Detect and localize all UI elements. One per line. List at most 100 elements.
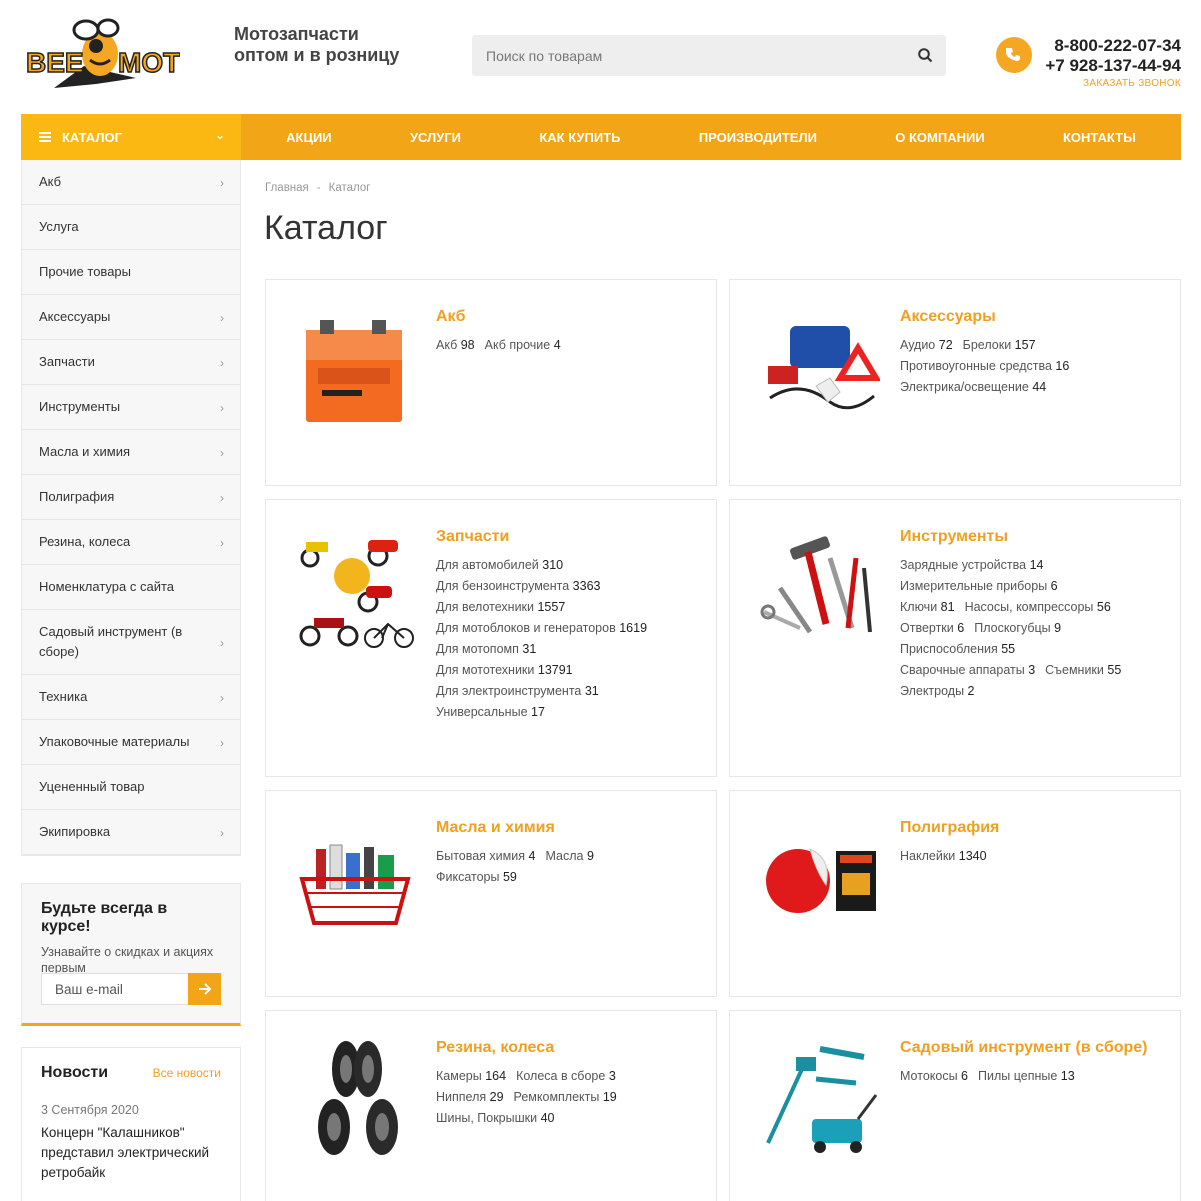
subcategory-link[interactable]: Плоскогубцы 9 (974, 618, 1061, 639)
sidebar-item[interactable]: Резина, колеса › (22, 520, 240, 565)
subcategory-link[interactable]: Электроды 2 (900, 681, 1150, 702)
subcategory-link[interactable]: Акб 98 (436, 335, 475, 356)
sidebar-item[interactable]: Номенклатура с сайта (22, 565, 240, 610)
subcategory-link[interactable]: Съемники 55 (1045, 660, 1121, 681)
subcategory-count: 4 (553, 338, 561, 352)
stickers-icon[interactable] (760, 819, 880, 939)
subcategory-label: Акб (436, 338, 458, 352)
subcategory-link[interactable]: Для бензоинструмента 3363 (436, 576, 686, 597)
phone-secondary[interactable]: +7 928-137-44-94 (1045, 56, 1181, 76)
subcategory-link[interactable]: Измерительные приборы 6 (900, 576, 1150, 597)
subcategory-link[interactable]: Мотокосы 6 (900, 1066, 968, 1087)
sidebar-item[interactable]: Инструменты › (22, 385, 240, 430)
subcategory-count: 19 (602, 1090, 617, 1104)
sidebar-item[interactable]: Аксессуары › (22, 295, 240, 340)
tires-icon[interactable] (296, 1039, 416, 1159)
subcategory-link[interactable]: Ниппеля 29 (436, 1087, 504, 1108)
nav-item-manufacturers[interactable]: Производители (699, 130, 817, 145)
category-card: Полиграфия Наклейки 1340 (729, 790, 1181, 997)
subcategory-link[interactable]: Наклейки 1340 (900, 846, 987, 867)
subcategory-link[interactable]: Камеры 164 (436, 1066, 506, 1087)
tagline-line1: Мотозапчасти (234, 24, 359, 44)
catalog-menu-button[interactable]: Каталог ⌄ (21, 114, 241, 160)
nav-item-contacts[interactable]: Контакты (1063, 130, 1136, 145)
subcategory-label: Для велотехники (436, 600, 534, 614)
category-title-link[interactable]: Запчасти (436, 528, 696, 546)
nav-item-promo[interactable]: Акции (286, 130, 332, 145)
sidebar-item[interactable]: Запчасти › (22, 340, 240, 385)
news-item-link[interactable]: Концерн "Калашников" представил электрич… (41, 1123, 221, 1183)
subcategory-link[interactable]: Для мотоблоков и генераторов 1619 (436, 618, 686, 639)
sidebar-item[interactable]: Техника › (22, 675, 240, 720)
subcategory-link[interactable]: Колеса в сборе 3 (516, 1066, 616, 1087)
garden-tools-icon[interactable] (760, 1039, 880, 1159)
subcategory-link[interactable]: Электрика/освещение 44 (900, 377, 1150, 398)
sidebar-item-label: Инструменты (39, 399, 121, 414)
sidebar-item[interactable]: Уцененный товар (22, 765, 240, 810)
accessory-kit-icon[interactable] (760, 308, 882, 428)
category-title-link[interactable]: Резина, колеса (436, 1039, 696, 1057)
subcategory-link[interactable]: Приспособления 55 (900, 639, 1150, 660)
subcategory-link[interactable]: Бытовая химия 4 (436, 846, 535, 867)
beemoto-logo[interactable]: BEE MOTO (24, 18, 202, 92)
subcategory-link[interactable]: Отвертки 6 (900, 618, 964, 639)
battery-icon[interactable] (296, 308, 416, 428)
category-title-link[interactable]: Масла и химия (436, 819, 696, 837)
subcategory-link[interactable]: Противоугонные средства 16 (900, 356, 1150, 377)
sidebar-item[interactable]: Услуга (22, 205, 240, 250)
sidebar-item-label: Техника (39, 689, 88, 704)
motorcycles-icon[interactable] (296, 528, 416, 648)
subcategory-count: 16 (1055, 359, 1070, 373)
nav-item-services[interactable]: Услуги (410, 130, 461, 145)
subcategory-link[interactable]: Шины, Покрышки 40 (436, 1108, 686, 1129)
category-title-link[interactable]: Садовый инструмент (в сборе) (900, 1039, 1160, 1057)
callback-link[interactable]: Заказать звонок (1045, 78, 1181, 89)
category-title-link[interactable]: Инструменты (900, 528, 1160, 546)
search-input[interactable] (472, 35, 902, 76)
sidebar-item[interactable]: Полиграфия › (22, 475, 240, 520)
subcategory-link[interactable]: Масла 9 (545, 846, 593, 867)
chevron-right-icon: › (220, 356, 224, 370)
tools-icon[interactable] (760, 528, 880, 648)
subcategory-link[interactable]: Аудио 72 (900, 335, 953, 356)
subcategory-count: 164 (485, 1069, 507, 1083)
subcategory-link[interactable]: Ключи 81 (900, 597, 955, 618)
subcategory-link[interactable]: Для электроинструмента 31 (436, 681, 686, 702)
subcategory-link[interactable]: Зарядные устройства 14 (900, 555, 1150, 576)
subcategory-link[interactable]: Для велотехники 1557 (436, 597, 686, 618)
category-card: Инструменты Зарядные устройства 14 Измер… (729, 499, 1181, 777)
sidebar-item[interactable]: Экипировка › (22, 810, 240, 855)
sidebar-item[interactable]: Упаковочные материалы › (22, 720, 240, 765)
subcategory-label: Аудио (900, 338, 936, 352)
oil-basket-icon[interactable] (296, 819, 416, 939)
subcategory-link[interactable]: Акб прочие 4 (485, 335, 561, 356)
subcategory-link[interactable]: Для мотопомп 31 (436, 639, 686, 660)
nav-item-how-to-buy[interactable]: Как купить (539, 130, 620, 145)
subcategory-label: Акб прочие (484, 338, 551, 352)
subcategory-link[interactable]: Сварочные аппараты 3 (900, 660, 1035, 681)
subscribe-submit-button[interactable] (188, 973, 221, 1005)
page-title: Каталог (264, 209, 388, 247)
subcategory-link[interactable]: Для мототехники 13791 (436, 660, 686, 681)
category-title-link[interactable]: Акб (436, 308, 696, 326)
subcategory-link[interactable]: Универсальные 17 (436, 702, 686, 723)
sidebar-item[interactable]: Акб › (22, 160, 240, 205)
subcategory-link[interactable]: Пилы цепные 13 (978, 1066, 1075, 1087)
category-title-link[interactable]: Аксессуары (900, 308, 1160, 326)
sidebar-item[interactable]: Садовый инструмент (в сборе) › (22, 610, 240, 675)
sidebar-item[interactable]: Прочие товары (22, 250, 240, 295)
subcategory-label: Приспособления (900, 642, 998, 656)
phone-primary[interactable]: 8-800-222-07-34 (1045, 36, 1181, 56)
subcategory-link[interactable]: Ремкомплекты 19 (514, 1087, 617, 1108)
subcategory-link[interactable]: Для автомобилей 310 (436, 555, 686, 576)
subcategory-link[interactable]: Фиксаторы 59 (436, 867, 686, 888)
all-news-link[interactable]: Все новости (153, 1066, 221, 1080)
breadcrumb-home[interactable]: Главная (265, 182, 309, 194)
search-button[interactable] (904, 35, 946, 76)
category-title-link[interactable]: Полиграфия (900, 819, 1160, 837)
email-field[interactable] (41, 973, 189, 1005)
subcategory-link[interactable]: Брелоки 157 (963, 335, 1036, 356)
nav-item-about[interactable]: О компании (895, 130, 984, 145)
subcategory-link[interactable]: Насосы, компрессоры 56 (965, 597, 1111, 618)
sidebar-item[interactable]: Масла и химия › (22, 430, 240, 475)
